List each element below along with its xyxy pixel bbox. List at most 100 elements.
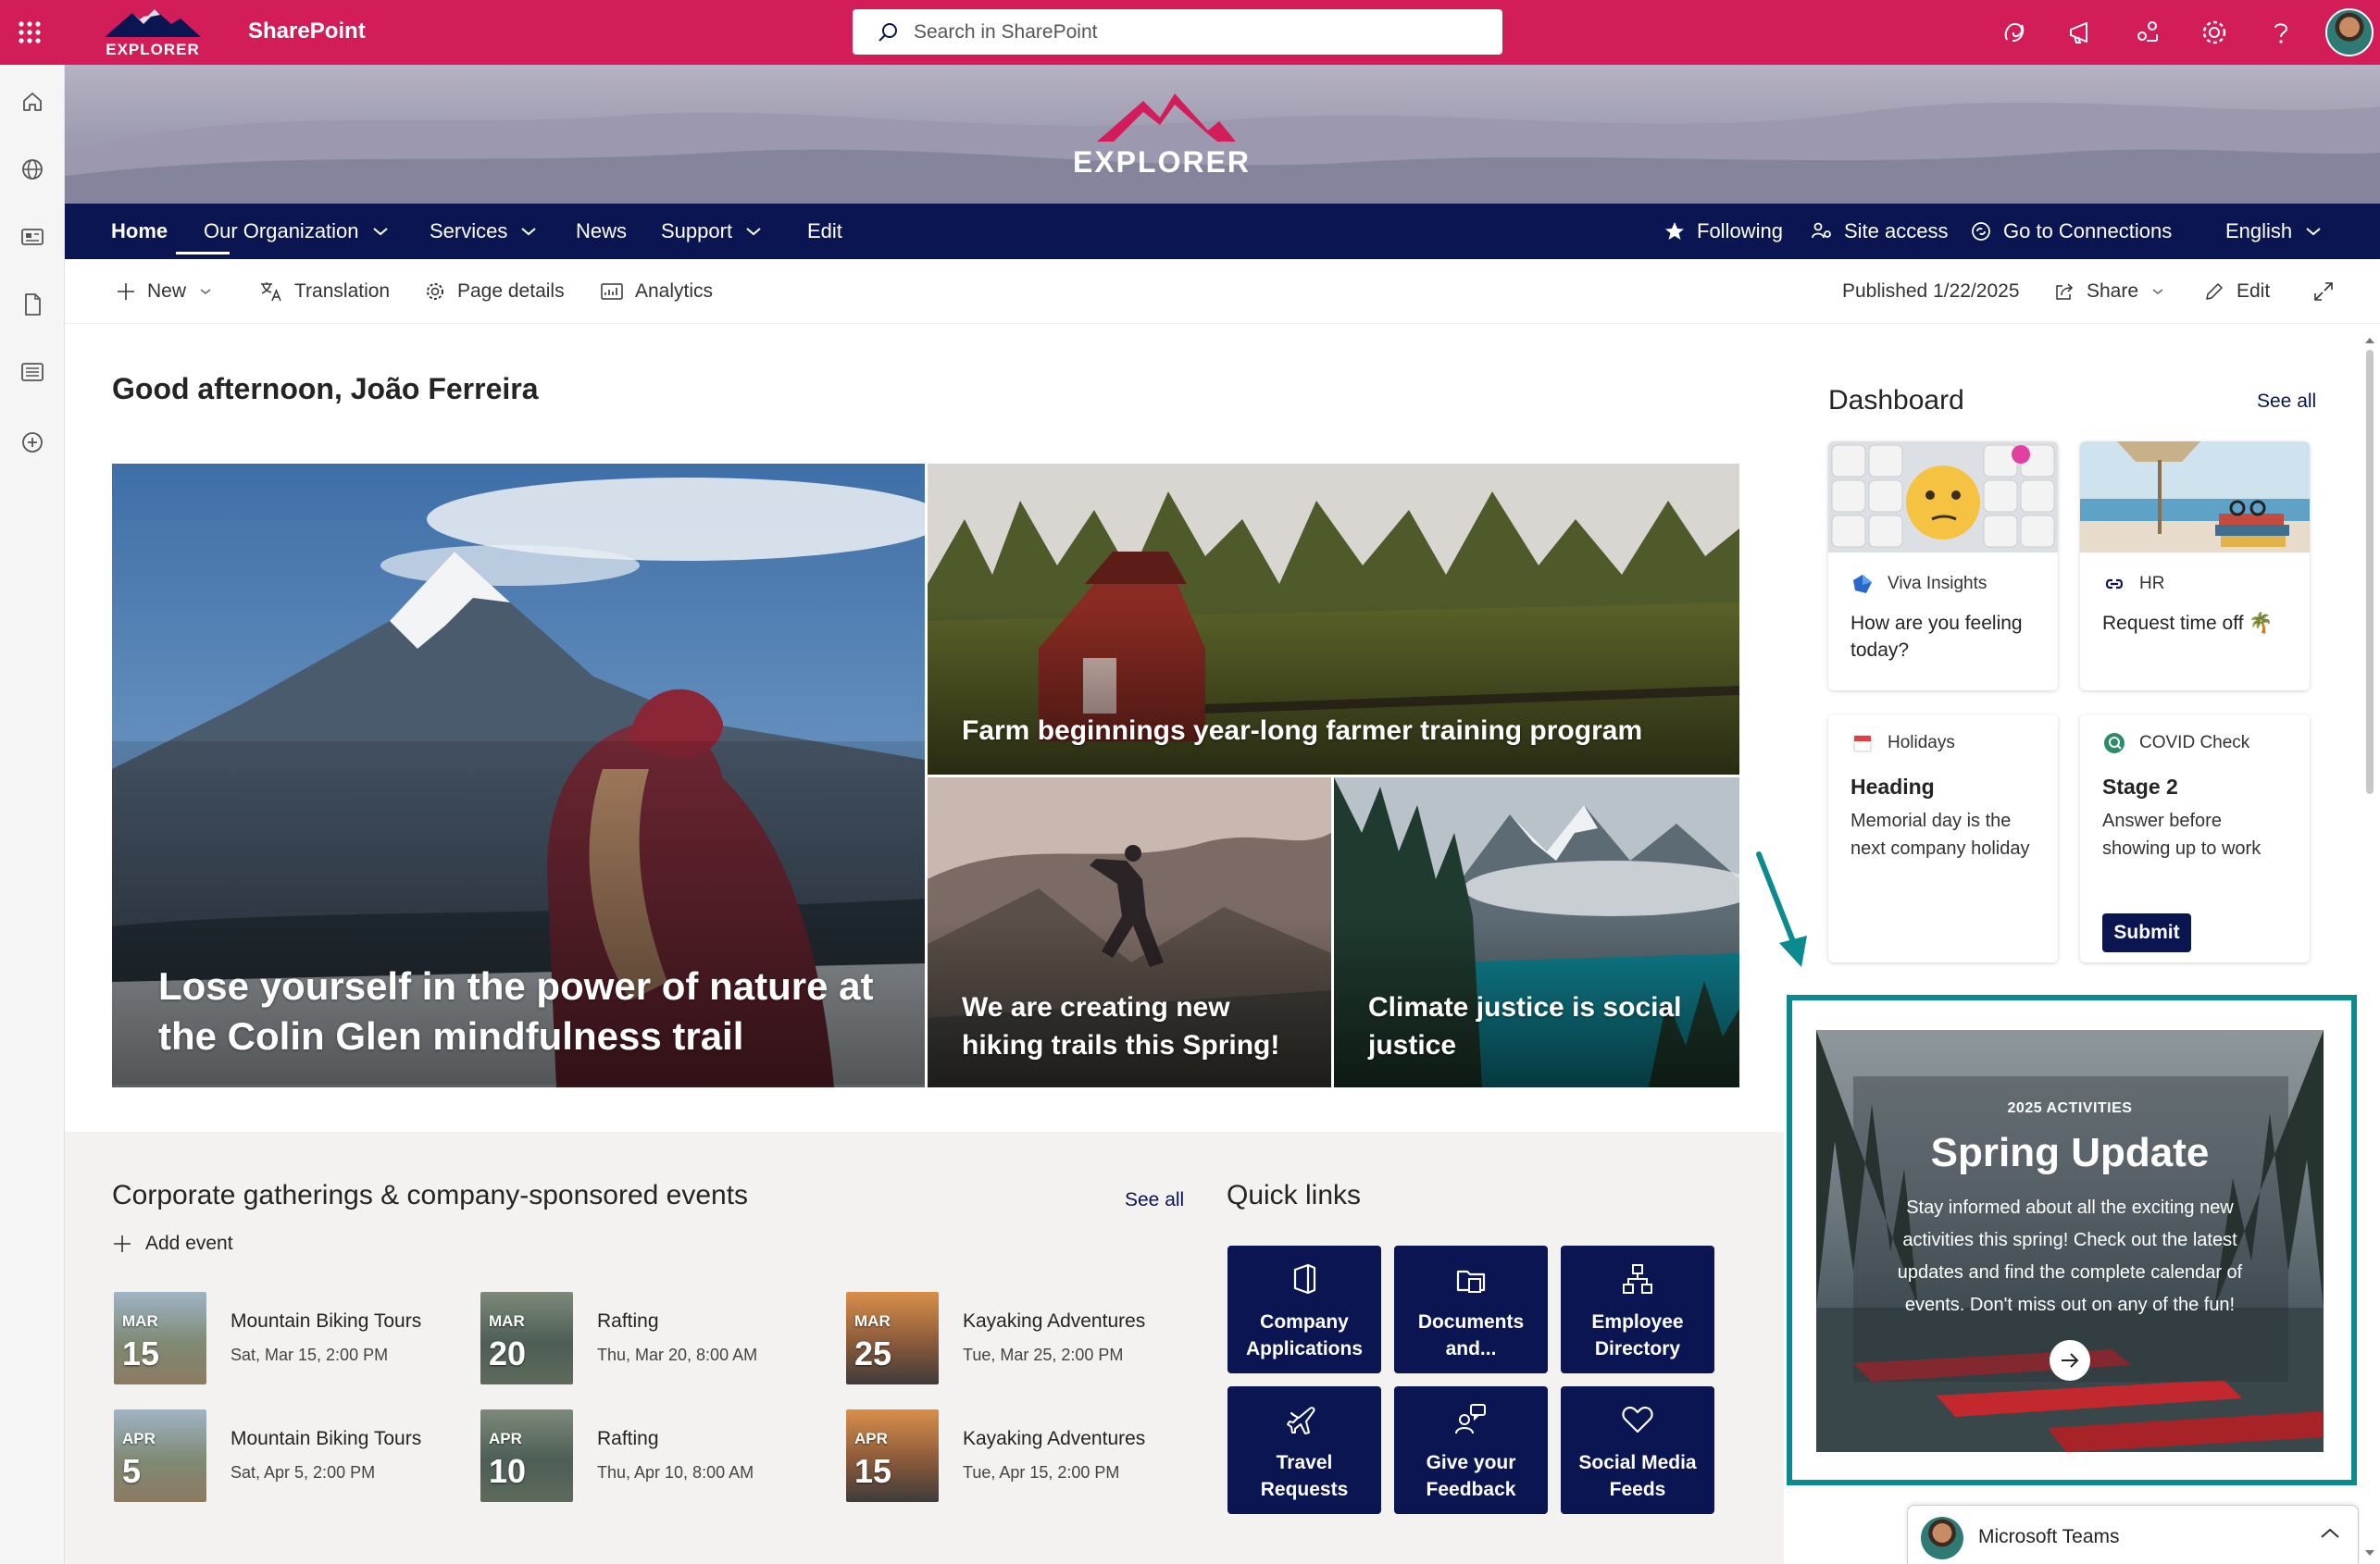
- card-app: Viva Insights: [1850, 572, 1987, 596]
- events-see-all-link[interactable]: See all: [1125, 1189, 1184, 1211]
- nav-services[interactable]: Services: [430, 204, 537, 259]
- quick-links-title: Quick links: [1227, 1180, 1362, 1210]
- event-item[interactable]: APR 10 Rafting Thu, Apr 10, 8:00 AM: [480, 1409, 832, 1506]
- event-title: Mountain Biking Tours: [231, 1428, 422, 1449]
- analytics-button[interactable]: Analytics: [600, 259, 713, 324]
- scroll-down-icon[interactable]: [2360, 1546, 2380, 1559]
- translation-icon: [261, 282, 281, 302]
- event-date: Thu, Apr 10, 8:00 AM: [597, 1463, 754, 1482]
- nav-home[interactable]: Home: [111, 204, 168, 259]
- hero-tile-main[interactable]: Lose yourself in the power of nature at …: [112, 464, 925, 1087]
- event-thumbnail: MAR 15: [114, 1292, 206, 1384]
- hero-tile-trails[interactable]: We are creating new hiking trails this S…: [928, 777, 1331, 1087]
- search-box[interactable]: [853, 9, 1502, 55]
- greeting: Good afternoon, João Ferreira: [112, 372, 539, 405]
- event-item[interactable]: APR 15 Kayaking Adventures Tue, Apr 15, …: [846, 1409, 1198, 1506]
- site-access-button[interactable]: Site access: [1811, 204, 1949, 259]
- help-icon[interactable]: [2262, 14, 2299, 51]
- nav-edit[interactable]: Edit: [807, 204, 842, 259]
- settings-icon[interactable]: [2196, 14, 2233, 51]
- submit-button[interactable]: Submit: [2102, 913, 2191, 952]
- spring-description: Stay informed about all the exciting new…: [1897, 1198, 2243, 1315]
- language-selector[interactable]: English: [2225, 204, 2322, 259]
- share-button[interactable]: Share: [2053, 259, 2164, 324]
- spring-arrow-button[interactable]: [2050, 1340, 2090, 1381]
- quick-link-label: Employee Directory: [1591, 1311, 1684, 1359]
- event-date: Sat, Apr 5, 2:00 PM: [231, 1463, 376, 1482]
- mountain-logo-icon: [105, 9, 201, 37]
- nav-support[interactable]: Support: [661, 204, 762, 259]
- event-item[interactable]: MAR 20 Rafting Thu, Mar 20, 8:00 AM: [480, 1292, 832, 1388]
- quick-link-social-media-feeds[interactable]: Social Media Feeds: [1561, 1386, 1714, 1514]
- document-icon[interactable]: [14, 286, 51, 323]
- avatar[interactable]: [2325, 8, 2374, 56]
- following-button[interactable]: Following: [1664, 204, 1783, 259]
- star-icon: [1665, 222, 1684, 240]
- connections-icon: [1972, 222, 1990, 241]
- nav-news[interactable]: News: [576, 204, 627, 259]
- org-chart-icon: [1623, 1264, 1652, 1294]
- hero-title: Farm beginnings year-long farmer trainin…: [962, 715, 1643, 746]
- card-image-emoji-wall: [1828, 441, 2058, 552]
- event-date: Thu, Mar 20, 8:00 AM: [597, 1346, 758, 1364]
- edit-button[interactable]: Edit: [2203, 259, 2270, 324]
- event-thumbnail: MAR 20: [480, 1292, 573, 1384]
- quick-link-company-applications[interactable]: Company Applications: [1227, 1246, 1381, 1373]
- scroll-up-icon[interactable]: [2360, 334, 2380, 347]
- spring-title: Spring Update: [1930, 1130, 2210, 1175]
- spring-update-card[interactable]: 2025 ACTIVITIES Spring Update Stay infor…: [1816, 1030, 2324, 1452]
- search-input[interactable]: [914, 20, 1469, 43]
- chevron-down-icon: [746, 228, 761, 236]
- site-access-label: Site access: [1844, 219, 1949, 242]
- app-launcher-icon[interactable]: [11, 14, 48, 51]
- lists-icon[interactable]: [14, 354, 51, 391]
- quick-link-documents[interactable]: Documents and...: [1394, 1246, 1548, 1373]
- copilot-icon[interactable]: [1996, 14, 2033, 51]
- app-name[interactable]: SharePoint: [248, 19, 366, 44]
- event-month: APR: [489, 1430, 522, 1447]
- teams-chat-bar[interactable]: Microsoft Teams: [1907, 1505, 2359, 1564]
- dashboard-card-hr[interactable]: HR Request time off 🌴: [2080, 441, 2310, 690]
- event-day: 5: [122, 1452, 142, 1490]
- new-button[interactable]: New: [116, 259, 212, 324]
- dashboard-see-all-link[interactable]: See all: [2257, 391, 2316, 413]
- card-heading: Heading: [1850, 775, 1935, 799]
- add-event-button[interactable]: Add event: [112, 1233, 233, 1255]
- quick-link-employee-directory[interactable]: Employee Directory: [1561, 1246, 1714, 1373]
- event-day: 10: [489, 1452, 527, 1490]
- event-day: 15: [854, 1452, 892, 1490]
- news-icon[interactable]: [14, 218, 51, 255]
- share-network-icon[interactable]: [2129, 14, 2166, 51]
- nav-label: Services: [430, 219, 508, 242]
- connections-button[interactable]: Go to Connections: [1970, 204, 2172, 259]
- card-app: HR: [2102, 572, 2164, 596]
- nav-our-organization[interactable]: Our Organization: [204, 204, 389, 259]
- create-icon[interactable]: [14, 424, 51, 461]
- page-details-button[interactable]: Page details: [424, 259, 565, 324]
- quick-link-give-feedback[interactable]: Give your Feedback: [1394, 1386, 1548, 1514]
- scrollbar-thumb[interactable]: [2366, 350, 2374, 794]
- mountain-logo-icon: [1097, 93, 1236, 142]
- hero-tile-climate[interactable]: Climate justice is social justice: [1334, 777, 1739, 1087]
- quick-link-travel-requests[interactable]: Travel Requests: [1227, 1386, 1381, 1514]
- dashboard-card-holidays[interactable]: Holidays Heading Memorial day is the nex…: [1828, 714, 2058, 962]
- event-day: 15: [122, 1334, 160, 1372]
- translation-button[interactable]: Translation: [259, 259, 390, 324]
- globe-icon[interactable]: [14, 151, 51, 188]
- event-item[interactable]: MAR 25 Kayaking Adventures Tue, Mar 25, …: [846, 1292, 1198, 1388]
- card-app-label: COVID Check: [2139, 733, 2250, 752]
- event-item[interactable]: APR 5 Mountain Biking Tours Sat, Apr 5, …: [114, 1409, 466, 1506]
- hero-tile-farm[interactable]: Farm beginnings year-long farmer trainin…: [928, 464, 1739, 775]
- megaphone-icon[interactable]: [2062, 14, 2100, 51]
- event-item[interactable]: MAR 15 Mountain Biking Tours Sat, Mar 15…: [114, 1292, 466, 1388]
- event-thumbnail: APR 15: [846, 1409, 939, 1502]
- dashboard-card-viva-insights[interactable]: Viva Insights How are you feeling today?: [1828, 441, 2058, 690]
- site-logo[interactable]: EXPLORER: [97, 4, 208, 61]
- hero-title: Lose yourself in the power of nature at …: [158, 964, 874, 1058]
- event-month: APR: [854, 1430, 888, 1447]
- chevron-down-icon: [2306, 228, 2321, 236]
- home-icon[interactable]: [14, 83, 51, 120]
- logo-text: EXPLORER: [1072, 145, 1252, 179]
- dashboard-card-covid-check[interactable]: COVID Check Stage 2 Answer before showin…: [2080, 714, 2310, 962]
- expand-button[interactable]: [2312, 259, 2346, 324]
